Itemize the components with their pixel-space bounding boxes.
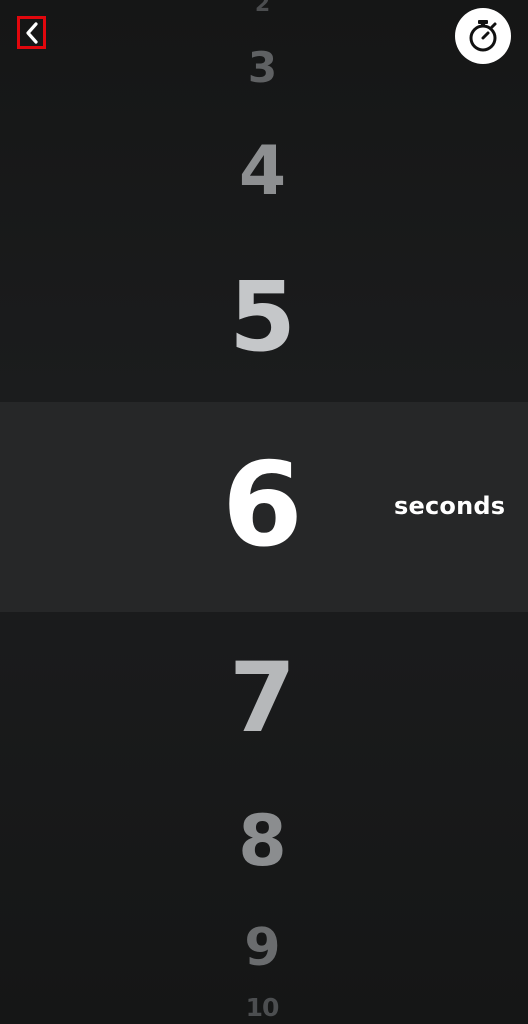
picker-value-3[interactable]: 3 [248, 47, 277, 89]
seconds-label: seconds [394, 492, 506, 520]
picker-value-9[interactable]: 9 [244, 922, 280, 974]
picker-value-2[interactable]: 2 [255, 0, 270, 16]
chevron-left-icon [25, 21, 38, 44]
stopwatch-icon [469, 20, 497, 52]
picker-value-8[interactable]: 8 [238, 806, 287, 876]
picker-selected-value[interactable]: 6 [222, 448, 303, 564]
timer-picker-screen: 2 3 4 5 6 7 8 9 10 seconds [0, 0, 528, 1024]
back-button[interactable] [17, 16, 46, 49]
picker-value-4[interactable]: 4 [239, 138, 286, 206]
picker-value-7[interactable]: 7 [229, 650, 296, 746]
timer-button[interactable] [455, 8, 511, 64]
picker-value-5[interactable]: 5 [229, 269, 296, 365]
picker-value-10[interactable]: 10 [246, 995, 280, 1020]
